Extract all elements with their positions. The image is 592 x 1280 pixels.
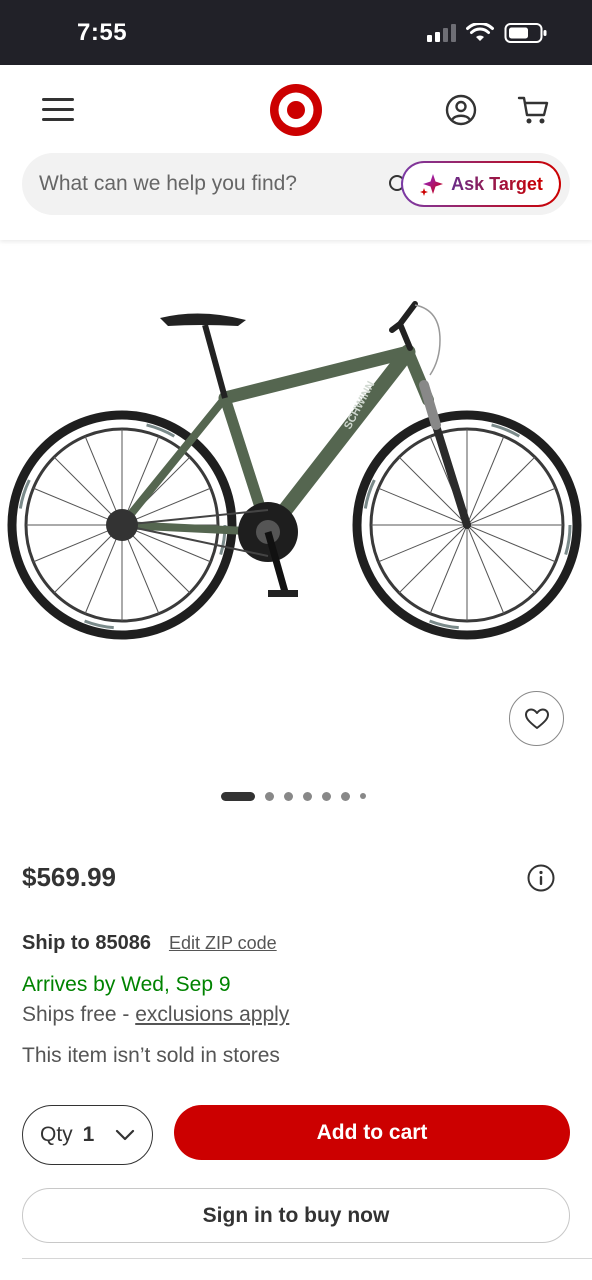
ask-target-label: Ask Target — [451, 173, 543, 194]
qty-label: Qty — [40, 1123, 73, 1146]
quantity-select[interactable]: Qty 1 — [22, 1105, 153, 1165]
status-time: 7:55 — [77, 19, 128, 46]
edit-zip-link[interactable]: Edit ZIP code — [169, 933, 277, 954]
menu-icon[interactable] — [42, 98, 74, 122]
chevron-down-icon — [115, 1129, 135, 1141]
account-icon[interactable] — [445, 94, 477, 126]
site-header: Ask Target — [0, 65, 592, 240]
ships-free-note: Ships free - exclusions apply — [22, 1003, 289, 1027]
image-carousel-dots — [221, 791, 366, 801]
search-input[interactable] — [39, 167, 339, 201]
status-bar: 7:55 — [0, 0, 592, 65]
divider — [22, 1258, 592, 1259]
carousel-dot[interactable] — [221, 791, 255, 801]
store-availability-note: This item isn’t sold in stores — [22, 1044, 280, 1067]
shipping-row: Ship to 85086 Edit ZIP code — [22, 932, 277, 955]
cellular-signal-icon — [427, 24, 456, 42]
info-icon[interactable] — [527, 864, 555, 892]
product-price: $569.99 — [22, 862, 116, 892]
bicycle-image[interactable]: SCHWINN — [0, 280, 592, 660]
sign-in-to-buy-button[interactable]: Sign in to buy now — [22, 1188, 570, 1243]
add-to-cart-button[interactable]: Add to cart — [174, 1105, 570, 1160]
battery-icon — [504, 23, 547, 43]
status-icons — [427, 22, 548, 44]
carousel-dot[interactable] — [341, 791, 350, 801]
ships-free-text: Ships free - — [22, 1003, 136, 1026]
carousel-dot[interactable] — [284, 791, 293, 801]
arrival-date: Arrives by Wed, Sep 9 — [22, 973, 231, 996]
target-logo[interactable] — [269, 83, 323, 137]
carousel-dot[interactable] — [303, 791, 312, 801]
carousel-dot[interactable] — [322, 791, 331, 801]
ship-to-zip: Ship to 85086 — [22, 932, 151, 954]
sparkle-icon — [420, 174, 444, 196]
heart-icon — [524, 708, 549, 729]
favorite-button[interactable] — [509, 691, 564, 746]
cart-icon[interactable] — [517, 94, 551, 126]
carousel-dot[interactable] — [265, 791, 274, 801]
search-bar: Ask Target — [22, 153, 570, 215]
qty-value: 1 — [82, 1123, 95, 1146]
carousel-dot[interactable] — [360, 793, 366, 799]
wifi-icon — [466, 23, 494, 41]
ask-target-button[interactable]: Ask Target — [401, 161, 561, 207]
exclusions-apply-link[interactable]: exclusions apply — [135, 1003, 289, 1026]
